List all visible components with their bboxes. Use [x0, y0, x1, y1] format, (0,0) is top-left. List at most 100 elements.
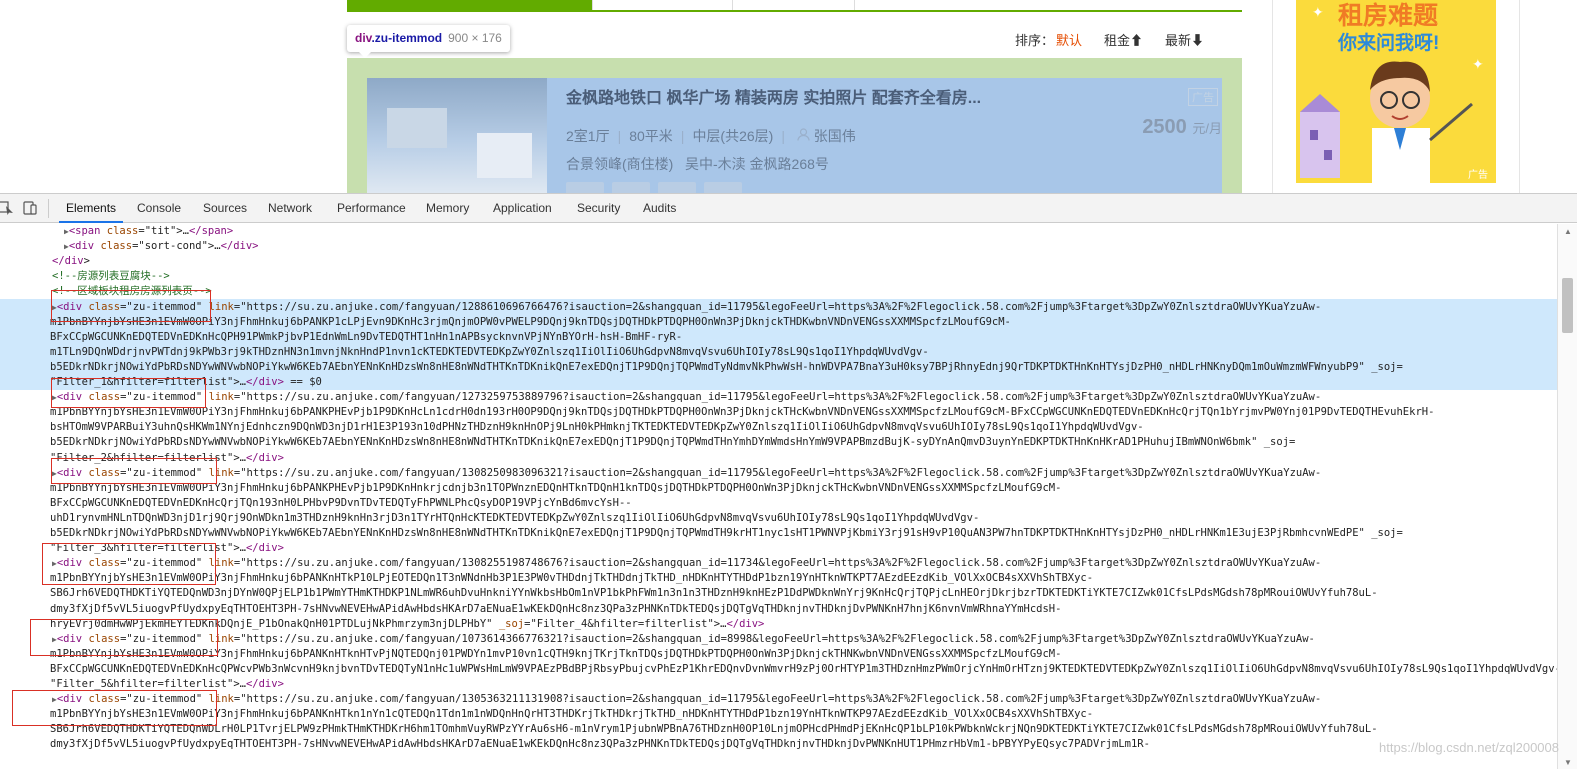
dom-text-line[interactable]: BFxCCpWGCUNKnEDQTEDVnEDKnHcQPH91PWmkPjbv… [50, 330, 682, 345]
sort-newest-link[interactable]: 最新⬇ [1165, 33, 1204, 48]
dom-text-line[interactable]: BFxCCpWGCUNKnEDQTEDVnEDKnHcQrjTQn193nH0L… [50, 496, 632, 511]
price-unit: 元/月 [1192, 121, 1222, 136]
dom-node[interactable]: ▶<div class="zu-itemmod" link="https://s… [52, 632, 1315, 647]
dom-line-text: SB6Jrh6VEDQTHDKTiYQTEDQnWDLrH0LP1TvrjELP… [50, 723, 1378, 736]
dom-node[interactable]: ▶<div class="sort-cond">…</div> [64, 239, 259, 254]
dom-tree-scrollbar[interactable]: ▲ ▼ [1557, 224, 1577, 769]
listing-tag [658, 182, 696, 193]
dom-line-text: bsHTOmW9VPARBuiY3uhnQsHKWm1NYnjEdnhczn9D… [50, 421, 1144, 434]
dom-node[interactable]: ▶<div class="zu-itemmod" link="https://s… [52, 300, 1321, 315]
listing-tag [704, 182, 742, 193]
annotation-box [12, 690, 217, 726]
listing-location: 吴中-木渎 金枫路268号 [685, 156, 829, 172]
dom-node[interactable]: ▶<span class="tit">…</span> [64, 224, 233, 239]
info-separator: | [781, 128, 785, 144]
tab-audits[interactable]: Audits [636, 194, 683, 223]
agent-icon [793, 128, 814, 144]
dom-line-text: <div class="zu-itemmod" link="https://su… [56, 466, 1322, 479]
elements-dom-tree[interactable]: ▶<span class="tit">…</span> ▶<div class="… [0, 224, 1557, 769]
dom-node[interactable]: ▶<div class="zu-itemmod" link="https://s… [52, 692, 1321, 707]
devtools-panel: Elements Console Sources Network Performance… [0, 193, 1577, 769]
dom-text-line[interactable]: b5EDkrNDkrjNOwiYdPbRDsNDYwWNVwbNOPiYkwW6… [50, 526, 1403, 541]
inspect-element-icon[interactable] [0, 200, 16, 216]
listing-floor: 中层(共26层) [692, 128, 774, 144]
tooltip-size: 900 × 176 [448, 31, 502, 45]
tab-application[interactable]: Application [486, 194, 559, 223]
dom-node[interactable]: ▶<div class="zu-itemmod" link="https://s… [52, 556, 1321, 571]
dom-text-line[interactable]: m1PbnBYYnjbYsHE3n1EVmW0OPiY3njFhmHnkuj6b… [50, 405, 1434, 420]
scroll-down-icon[interactable]: ▼ [1564, 758, 1572, 767]
sort-bar: 排序： 默认 租金⬆ 最新⬇ [1015, 30, 1226, 49]
dom-line-text: dmy3fXjDf5vVL5iuogvPfUydxpyEqTHTOEHT3PH-… [50, 602, 1062, 615]
dom-line-text: dmy3fXjDf5vVL5iuogvPfUydxpyEqTHTOEHT3PH-… [50, 738, 1150, 751]
scroll-up-icon[interactable]: ▲ [1564, 227, 1572, 236]
dom-text-line[interactable]: SB6Jrh6VEDQTHDKTiYQTEDQnWD3njDYnW0QPjELP… [50, 586, 1378, 601]
ad-banner[interactable]: ✦ ✦ 租房难题 你来问我呀! 广告 [1296, 0, 1496, 183]
listing-address: 合景领峰(商住楼) 吴中-木渎 金枫路268号 [566, 154, 829, 174]
annotation-box [51, 290, 211, 322]
tab-performance[interactable]: Performance [330, 194, 413, 223]
tooltip-class: .zu-itemmod [371, 31, 443, 45]
listing-title[interactable]: 金枫路地铁口 枫华广场 精装两房 实拍照片 配套齐全看房... [566, 84, 981, 108]
watermark: https://blog.csdn.net/zql200008 [1379, 740, 1559, 755]
tab-elements[interactable]: Elements [59, 194, 124, 223]
dom-text-line[interactable]: b5EDkrNDkrjNOwiYdPbRDsNDYwWNVwbNOPiYkwW6… [50, 360, 1403, 375]
dom-text-line[interactable]: dmy3fXjDf5vVL5iuogvPfUydxpyEqTHTOEHT3PH-… [50, 737, 1150, 752]
dom-line-text: uhD1rynvmHNLnTDQnWD3njD1rj9Qrj9OnWDkn1m3… [50, 511, 980, 524]
dom-text-line[interactable]: dmy3fXjDf5vVL5iuogvPfUydxpyEqTHTOEHT3PH-… [50, 602, 1061, 617]
dom-line-text: <div class="zu-itemmod" link="https://su… [56, 391, 1322, 404]
tab-memory[interactable]: Memory [419, 194, 476, 223]
web-page-viewport: div.zu-itemmod 900 × 176 排序： 默认 租金⬆ 最新⬇ 金枫路地… [0, 0, 1577, 193]
dom-text-line[interactable]: <!--房源列表豆腐块--> [52, 269, 170, 284]
photo-detail [387, 108, 447, 148]
listing-price: 2500 元/月 [1142, 116, 1222, 139]
listing-tag [612, 182, 650, 193]
listing-area: 80平米 [629, 128, 673, 144]
listing-tag [566, 182, 604, 193]
devtools-toolbar: Elements Console Sources Network Performance… [0, 194, 1577, 223]
tab-security[interactable]: Security [570, 194, 627, 223]
dom-text-line[interactable]: uhD1rynvmHNLnTDQnWD3njD1rj9Qrj9OnWDkn1m3… [50, 511, 979, 526]
dom-line-text: <span class="tit">…</span> [68, 225, 234, 237]
dom-text-line[interactable]: b5EDkrNDkrjNOwiYdPbRDsNDYwWNVwbNOPiYkwW6… [50, 435, 1295, 450]
tab-network[interactable]: Network [261, 194, 319, 223]
dom-line-text: <div class="zu-itemmod" link="https://su… [56, 693, 1322, 706]
listing-community[interactable]: 合景领峰(商住楼) [566, 156, 673, 172]
device-toolbar-icon[interactable] [22, 200, 38, 216]
dom-line-text: </div> [52, 255, 90, 268]
listing-card[interactable]: 金枫路地铁口 枫华广场 精装两房 实拍照片 配套齐全看房... 2室1厅 | 80平… [367, 78, 1222, 193]
dom-line-text: <!--房源列表豆腐块--> [52, 270, 170, 283]
sort-rent-link[interactable]: 租金⬆ [1104, 33, 1143, 48]
screenshot: div.zu-itemmod 900 × 176 排序： 默认 租金⬆ 最新⬇ 金枫路地… [0, 0, 1577, 769]
dom-line-text: <div class="zu-itemmod" link="https://su… [56, 557, 1322, 570]
scrollbar-thumb[interactable] [1562, 278, 1573, 333]
tab-separator [732, 0, 733, 10]
dom-text-line[interactable]: BFxCCpWGCUNKnEDQTEDVnEDKnHcQPWcvPWb3nWcv… [50, 662, 1557, 677]
tooltip-tag: div [355, 31, 372, 45]
dom-text-line[interactable]: SB6Jrh6VEDQTHDKTiYQTEDQnWDLrH0LP1TvrjELP… [50, 722, 1378, 737]
tab-sources[interactable]: Sources [196, 194, 254, 223]
annotation-box [30, 619, 218, 656]
listing-agent: 张国伟 [813, 128, 856, 144]
sort-default-link[interactable]: 默认 [1056, 33, 1082, 48]
tab-console[interactable]: Console [130, 194, 188, 223]
filter-tab-active[interactable] [347, 0, 592, 10]
tab-separator [592, 0, 593, 10]
dom-text-line[interactable]: bsHTOmW9VPARBuiY3uhnQsHKWm1NYnjEdnhczn9D… [50, 420, 1144, 435]
dom-line-text: m1PbnBYYnjbYsHE3n1EVmW0OPiY3njFhmHnkuj6b… [50, 406, 1435, 419]
dom-node[interactable]: ▶<div class="zu-itemmod" link="https://s… [52, 390, 1321, 405]
column-divider [1519, 0, 1520, 193]
filter-tab-strip [347, 0, 1242, 12]
dom-text-line[interactable]: </div> [52, 254, 90, 269]
dom-text-line[interactable]: m1TLn9DQnWDdrjnvPWTdnj9kPWb3rj9kTHDznHN3… [50, 345, 929, 360]
listing-tags [566, 181, 750, 193]
dom-node[interactable]: ▶<div class="zu-itemmod" link="https://s… [52, 466, 1321, 481]
annotation-box [42, 543, 216, 585]
element-inspect-tooltip: div.zu-itemmod 900 × 176 [347, 25, 510, 58]
listing-photo[interactable] [367, 78, 547, 193]
listing-layout: 2室1厅 [566, 128, 610, 144]
dom-line-text: BFxCCpWGCUNKnEDQTEDVnEDKnHcQPWcvPWb3nWcv… [50, 662, 1557, 675]
column-divider [1272, 0, 1273, 193]
ad-illustration [1300, 61, 1473, 183]
dom-line-text: <div class="sort-cond">…</div> [68, 240, 259, 253]
